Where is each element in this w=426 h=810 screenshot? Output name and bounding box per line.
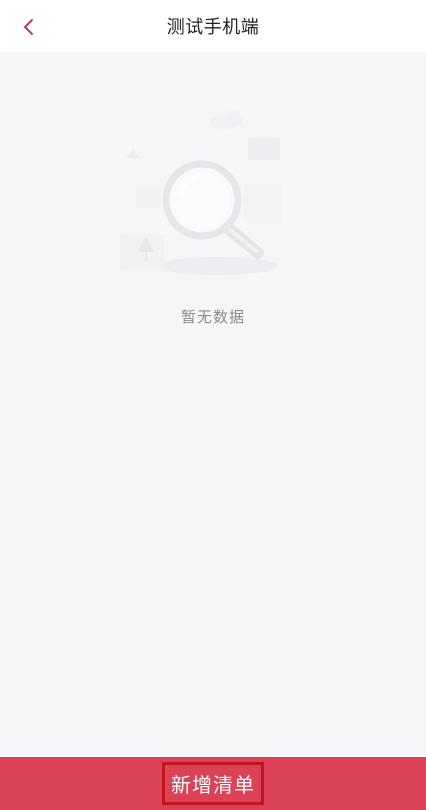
empty-message: 暂无数据 <box>180 308 245 326</box>
chevron-left-icon <box>24 19 33 35</box>
page-title: 测试手机端 <box>166 17 260 38</box>
back-button[interactable] <box>14 12 44 42</box>
empty-state: 暂无数据 <box>0 100 426 327</box>
add-list-label: 新增清单 <box>162 762 264 805</box>
magnifier-icon <box>120 110 282 275</box>
add-list-button[interactable]: 新增清单 <box>0 757 426 810</box>
top-nav-bar: 测试手机端 <box>0 0 426 52</box>
app-screen: 测试手机端 暂无数据 新增清单 <box>0 0 426 810</box>
